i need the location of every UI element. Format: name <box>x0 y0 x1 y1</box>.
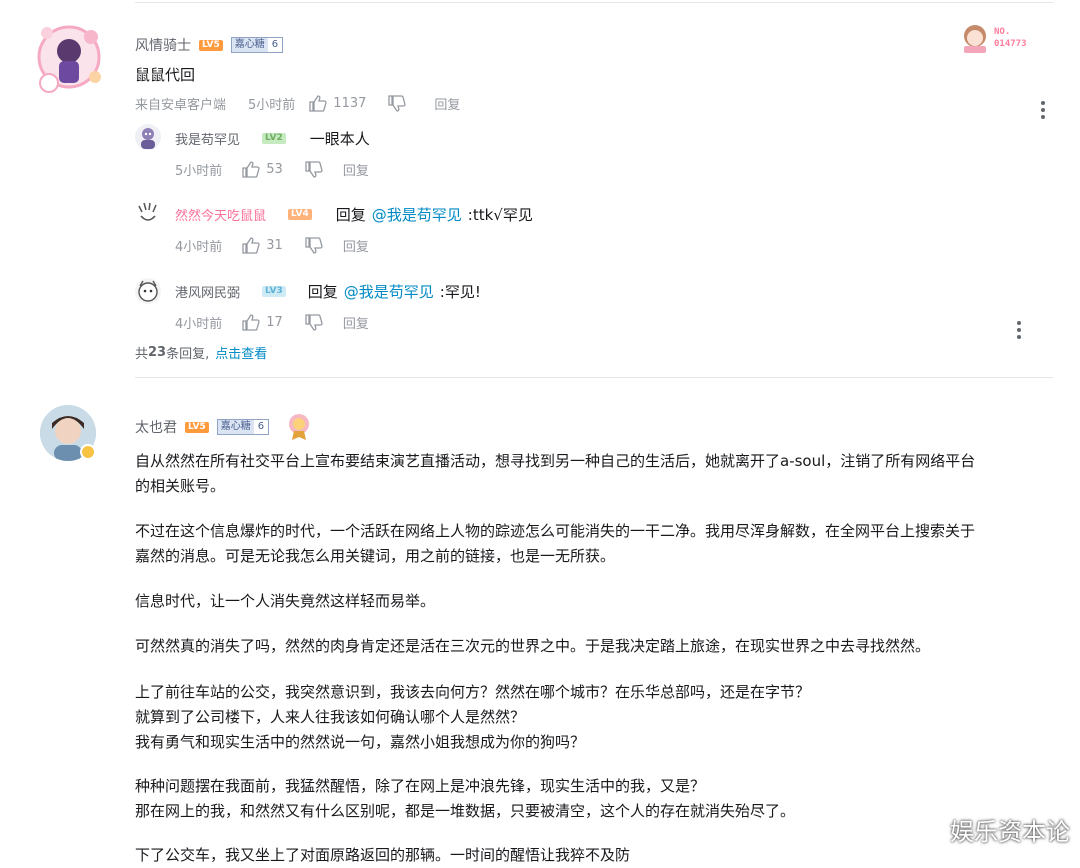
thumbs-up-icon <box>242 161 260 178</box>
reply-row: 然然今天吃鼠鼠 LV4 回复 @我是苟罕见 :ttk√罕见 <box>175 204 533 225</box>
reply-meta: 5小时前 53 回复 <box>175 160 369 179</box>
reply-dislike-button[interactable] <box>305 237 323 254</box>
text-line: 就算到了公司楼下，人来人往我该如何确认哪个人是然然？ <box>135 708 526 726</box>
thumbs-down-icon <box>305 237 323 254</box>
paragraph: 上了前往车站的公交，我突然意识到，我该去向何方？然然在哪个城市？在乐华总部吗，还… <box>135 680 1060 755</box>
reply-avatar[interactable] <box>135 200 161 226</box>
fan-card-icon <box>964 25 986 53</box>
timestamp: 5小时前 <box>248 98 296 113</box>
paragraph: 不过在这个信息爆炸的时代，一个活跃在网络上人物的踪迹怎么可能消失的一干二净。我用… <box>135 519 1060 569</box>
reply-timestamp: 4小时前 <box>175 240 223 255</box>
reply-level-badge: LV3 <box>262 286 286 297</box>
medal-name: 嘉心糖 <box>231 38 268 52</box>
reply-reply-button[interactable]: 回复 <box>343 313 369 332</box>
thumbs-up-icon <box>242 314 260 331</box>
comment-header: 风情骑士 LV5 嘉心糖 6 <box>135 35 284 55</box>
medal-name: 嘉心糖 <box>217 420 254 434</box>
reply-meta: 4小时前 17 回复 <box>175 313 369 332</box>
reply-like-button[interactable]: 17 <box>242 314 283 331</box>
reply-prefix: 回复 <box>335 206 366 224</box>
reply-row: 我是苟罕见 LV2 一眼本人 <box>175 128 370 149</box>
reply-like-button[interactable]: 53 <box>242 161 283 178</box>
reply-avatar[interactable] <box>135 278 161 304</box>
mention-link[interactable]: @我是苟罕见 <box>344 281 434 302</box>
avatar-with-frame[interactable] <box>35 17 105 99</box>
comment-meta: 来自安卓客户端 5小时前 1137 回复 <box>135 94 460 113</box>
watermark-text: 娱乐资本论 <box>950 818 1070 846</box>
thumbs-down-icon <box>388 95 407 112</box>
reply-reply-button[interactable]: 回复 <box>343 236 369 255</box>
verified-badge-icon <box>80 444 96 460</box>
fan-medal[interactable]: 嘉心糖 6 <box>230 37 284 53</box>
like-count: 1137 <box>333 96 367 111</box>
top-divider <box>135 2 1053 3</box>
paragraph: 可然然真的消失了吗，然然的肉身肯定还是活在三次元的世界之中。于是我决定踏上旅途，… <box>135 634 1060 659</box>
comment-divider <box>135 377 1053 378</box>
fan-number-badge: NO. 014773 <box>960 22 1027 54</box>
total-suffix: 条回复, <box>166 347 210 362</box>
comment-header: 太也君 LV5 嘉心糖 6 <box>135 413 311 441</box>
like-button[interactable]: 1137 <box>309 95 366 112</box>
text-line: 不过在这个信息爆炸的时代，一个活跃在网络上人物的踪迹怎么可能消失的一干二净。我用… <box>135 522 976 540</box>
reply-like-count: 17 <box>266 315 283 330</box>
mention-link[interactable]: @我是苟罕见 <box>372 204 462 225</box>
reply-timestamp: 4小时前 <box>175 317 223 332</box>
view-replies-link[interactable]: 点击查看 <box>215 343 267 362</box>
text-line: 信息时代，让一个人消失竟然这样轻而易举。 <box>135 592 436 610</box>
reply-like-count: 31 <box>266 238 283 253</box>
reply-level-badge: LV4 <box>288 209 312 220</box>
reply-timestamp: 5小时前 <box>175 164 223 179</box>
medal-level: 6 <box>253 420 269 434</box>
device-source: 来自安卓客户端 <box>135 98 227 113</box>
text-line: 我有勇气和现实生活中的然然说一句，嘉然小姐我想成为你的狗吗？ <box>135 733 586 751</box>
thumbs-up-icon <box>309 95 327 112</box>
reply-dislike-button[interactable] <box>305 161 323 178</box>
fan-medal[interactable]: 嘉心糖 6 <box>216 419 270 435</box>
thumbs-up-icon <box>242 237 260 254</box>
reply-text: 一眼本人 <box>309 130 370 148</box>
paragraph: 信息时代，让一个人消失竟然这样轻而易举。 <box>135 589 1060 614</box>
text-line: 嘉然的消息。可是无论我怎么用关键词，用之前的链接，也是一无所获。 <box>135 547 616 565</box>
thumbs-down-icon <box>305 314 323 331</box>
watermark: 娱乐资本论 <box>906 812 1070 847</box>
text-line: 种种问题摆在我面前，我猛然醒悟，除了在网上是冲浪先锋，现实生活中的我，又是？ <box>135 777 706 795</box>
reply-meta: 4小时前 31 回复 <box>175 236 369 255</box>
comment-text: 鼠鼠代回 <box>135 66 196 84</box>
reply-summary: 共 23 条回复, 点击查看 <box>135 343 267 362</box>
username[interactable]: 风情骑士 <box>135 35 191 55</box>
level-badge: LV5 <box>199 39 223 51</box>
total-prefix: 共 <box>135 347 149 362</box>
paragraph: 自从然然在所有社交平台上宣布要结束演艺直播活动，想寻找到另一种自己的生活后，她就… <box>135 449 1060 499</box>
text-line: 可然然真的消失了吗，然然的肉身肯定还是活在三次元的世界之中。于是我决定踏上旅途，… <box>135 637 931 655</box>
reply-like-count: 53 <box>266 162 283 177</box>
reply-username[interactable]: 港风网民弼 <box>175 282 240 301</box>
username[interactable]: 太也君 <box>135 417 177 437</box>
total-count: 23 <box>148 345 167 360</box>
reply-text: :ttk√罕见 <box>467 206 533 224</box>
award-medal-icon <box>289 414 310 440</box>
reply-dislike-button[interactable] <box>305 314 323 331</box>
reply-prefix: 回复 <box>307 283 338 301</box>
reply-username[interactable]: 然然今天吃鼠鼠 <box>175 205 266 224</box>
reply-row: 港风网民弼 LV3 回复 @我是苟罕见 :罕见! <box>175 281 481 302</box>
text-line: 的相关账号。 <box>135 477 226 495</box>
medal-level: 6 <box>267 38 283 52</box>
reply-button[interactable]: 回复 <box>434 94 460 113</box>
level-badge: LV5 <box>185 421 209 433</box>
reply-level-badge: LV2 <box>262 133 286 144</box>
reply-like-button[interactable]: 31 <box>242 237 283 254</box>
dislike-button[interactable] <box>388 95 407 112</box>
reply-text: :罕见! <box>439 283 481 301</box>
more-options-icon[interactable] <box>1041 101 1045 119</box>
weibo-logo-icon <box>906 818 941 843</box>
badge-number: 014773 <box>994 39 1027 49</box>
text-line: 上了前往车站的公交，我突然意识到，我该去向何方？然然在哪个城市？在乐华总部吗，还… <box>135 683 811 701</box>
badge-title: NO. <box>994 27 1011 37</box>
text-line: 自从然然在所有社交平台上宣布要结束演艺直播活动，想寻找到另一种自己的生活后，她就… <box>135 452 976 470</box>
reply-username[interactable]: 我是苟罕见 <box>175 129 240 148</box>
thumbs-down-icon <box>305 161 323 178</box>
more-options-icon[interactable] <box>1017 321 1021 339</box>
reply-reply-button[interactable]: 回复 <box>343 160 369 179</box>
reply-avatar[interactable] <box>135 124 161 150</box>
